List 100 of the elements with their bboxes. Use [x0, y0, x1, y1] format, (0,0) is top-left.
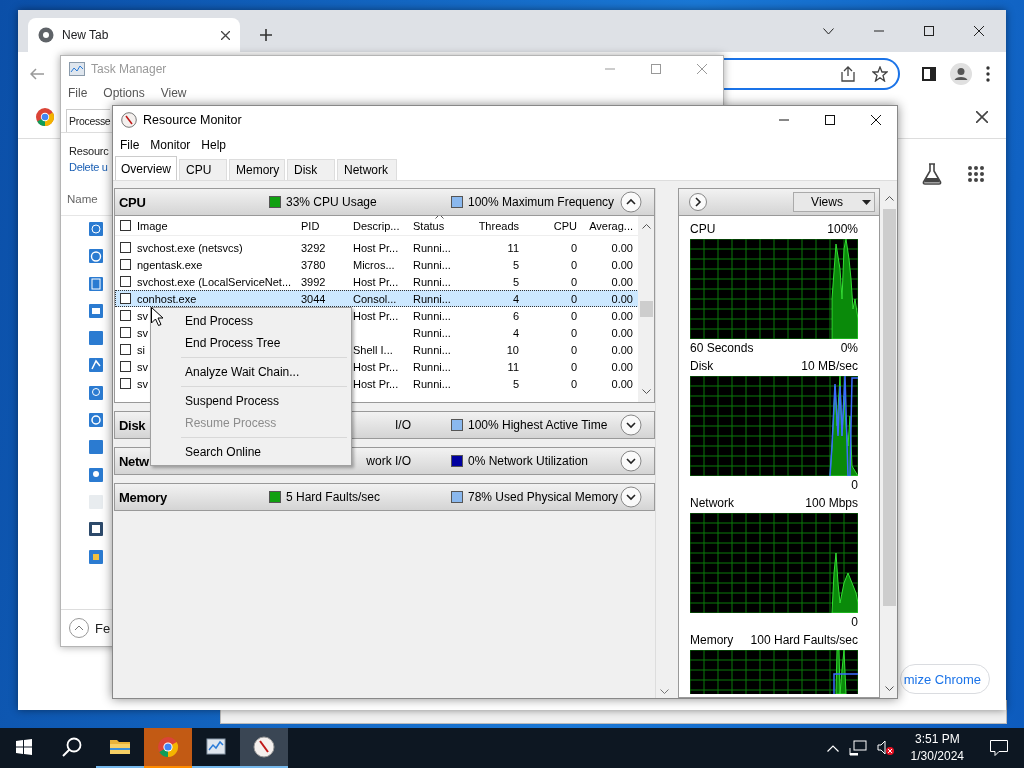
table-cell-text: 3292	[300, 241, 326, 254]
side-panel-icon[interactable]	[922, 67, 936, 81]
tab[interactable]: Disk	[287, 159, 335, 180]
section-header[interactable]: CPU 33% CPU Usage 100% Maximum Frequency	[114, 188, 655, 216]
share-icon[interactable]	[840, 66, 856, 82]
back-icon[interactable]	[30, 68, 44, 80]
graph-scale: 100%	[827, 222, 858, 236]
expand-icon[interactable]	[620, 414, 642, 436]
link[interactable]: Delete u	[69, 161, 108, 173]
scroll-down-icon[interactable]	[660, 689, 669, 694]
table-cell-text: 0	[569, 326, 578, 339]
table-cell-text: Host Pr...	[352, 241, 399, 254]
maximize-icon[interactable]	[825, 115, 835, 125]
apps-grid-icon[interactable]	[968, 166, 984, 182]
column-header[interactable]: Descrip...	[351, 219, 400, 232]
tab[interactable]: CPU	[179, 159, 227, 180]
app-icon	[89, 494, 103, 509]
profile-icon[interactable]	[950, 63, 972, 85]
menu-item[interactable]: View	[160, 86, 187, 100]
legend-label: 5 Hard Faults/sec	[286, 490, 381, 504]
checkbox[interactable]	[120, 293, 131, 304]
more-icon[interactable]	[986, 66, 990, 82]
scroll-up-icon[interactable]	[641, 224, 651, 229]
clock-date[interactable]: 1/30/2024	[910, 748, 964, 765]
column-header[interactable]: Averag...	[587, 219, 639, 232]
menu-item[interactable]: Suspend Process	[181, 390, 351, 412]
menu-item[interactable]: End Process	[181, 310, 351, 332]
scroll-down-icon[interactable]	[884, 686, 894, 691]
table-cell-text: 5	[511, 258, 520, 271]
maximize-icon[interactable]	[924, 26, 934, 36]
address-bar[interactable]	[724, 58, 900, 90]
close-icon[interactable]	[976, 111, 988, 123]
customize-button[interactable]: mize Chrome	[900, 664, 990, 694]
table-cell-text: Runni...	[412, 326, 451, 339]
close-icon[interactable]	[974, 26, 984, 36]
dropdown-arrow-icon[interactable]	[862, 200, 871, 205]
table-cell-text: Runni...	[412, 241, 451, 254]
graph-label: Memory	[690, 633, 734, 647]
flask-icon[interactable]	[922, 163, 942, 185]
checkbox[interactable]	[120, 242, 131, 253]
checkbox[interactable]	[120, 344, 131, 355]
table-cell-text: 0.00	[610, 275, 634, 288]
section-header[interactable]: Memory 5 Hard Faults/sec 78% Used Physical Memory	[114, 483, 655, 511]
checkbox[interactable]	[120, 378, 131, 389]
table-cell-text: sv	[136, 360, 148, 373]
star-icon[interactable]	[872, 66, 888, 82]
table-cell-text: Host Pr...	[352, 360, 399, 373]
menu-item[interactable]: File	[120, 138, 140, 152]
table-cell-text: 5	[511, 377, 520, 390]
scroll-down-icon[interactable]	[641, 389, 651, 394]
app-icon	[89, 440, 103, 455]
checkbox[interactable]	[120, 259, 131, 270]
tab[interactable]: Network	[337, 159, 397, 180]
menu-item[interactable]: File	[68, 86, 88, 100]
selected-row[interactable]: conhost.exe 3044 Consol... Runni... 4 0 0.00	[115, 290, 639, 307]
table-cell-text: Consol...	[352, 292, 397, 305]
chevron-down-icon[interactable]	[823, 27, 834, 35]
graph-time-span: 60 Seconds	[690, 341, 754, 355]
column-header[interactable]: Status	[411, 219, 445, 232]
network-icon[interactable]	[848, 740, 867, 756]
windows-start-icon[interactable]	[16, 739, 32, 755]
notifications-icon[interactable]	[990, 740, 1008, 756]
menu-item[interactable]: End Process Tree	[181, 332, 351, 354]
menu-item[interactable]: Options	[103, 86, 145, 100]
scroll-up-icon[interactable]	[884, 196, 894, 201]
views-button[interactable]: Views	[793, 192, 875, 212]
app-icon	[89, 249, 103, 264]
browser-tab[interactable]: New Tab	[28, 18, 240, 52]
taskbar-button[interactable]	[240, 728, 288, 768]
column-header[interactable]: CPU	[551, 219, 583, 232]
close-icon[interactable]	[871, 115, 881, 125]
column-header[interactable]: Name	[67, 193, 98, 215]
table-cell-text: Shell I...	[352, 343, 393, 356]
tab[interactable]: Memory	[229, 159, 285, 180]
details-button[interactable]: Fe	[95, 620, 111, 636]
checkbox[interactable]	[120, 327, 131, 338]
clock-time[interactable]: 3:51 PM	[914, 731, 960, 748]
table-cell-text: 0	[569, 292, 578, 305]
tab[interactable]: Processe	[66, 109, 111, 132]
menu-item[interactable]: Help	[201, 138, 227, 152]
volume-muted-icon[interactable]	[876, 740, 895, 756]
close-icon[interactable]	[221, 30, 230, 40]
checkbox[interactable]	[120, 220, 131, 231]
checkbox[interactable]	[120, 310, 131, 321]
graph-floor: 0	[851, 615, 858, 629]
column-header[interactable]: PID	[299, 219, 320, 232]
new-tab-icon[interactable]	[260, 29, 272, 41]
column-header[interactable]: Threads	[476, 219, 525, 232]
collapse-icon[interactable]	[620, 191, 642, 213]
expand-right-icon[interactable]	[689, 193, 707, 211]
menu-item[interactable]: Analyze Wait Chain...	[181, 361, 351, 383]
checkbox[interactable]	[120, 361, 131, 372]
checkbox[interactable]	[120, 276, 131, 287]
menu-item[interactable]: Monitor	[150, 138, 191, 152]
search-icon[interactable]	[62, 737, 82, 757]
expand-icon[interactable]	[620, 450, 642, 472]
expand-icon[interactable]	[620, 486, 642, 508]
table-cell-text: 0.00	[610, 241, 634, 254]
tab[interactable]: Overview	[115, 156, 177, 180]
column-header[interactable]: Image	[135, 219, 168, 232]
